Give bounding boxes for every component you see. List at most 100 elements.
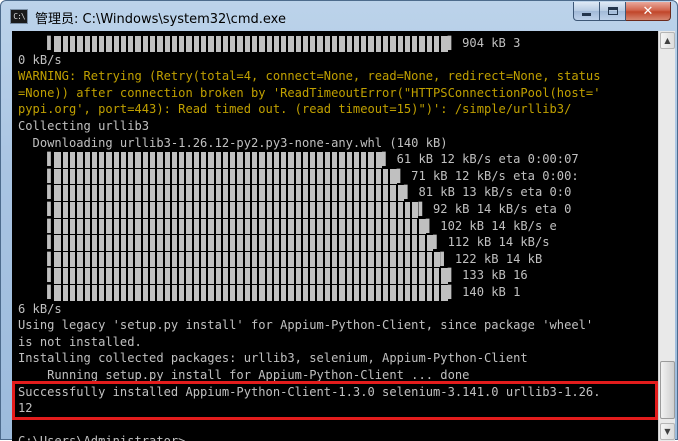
progress-cell-gap xyxy=(133,218,136,235)
progress-cell-gap xyxy=(228,36,231,52)
progress-cell-gap xyxy=(366,285,369,301)
progress-cell-gap xyxy=(235,251,238,268)
progress-cell-gap xyxy=(359,36,362,52)
progress-cell-gap xyxy=(279,152,282,168)
progress-cell-gap xyxy=(330,168,333,185)
progress-cell-gap xyxy=(220,218,223,235)
progress-cell-gap xyxy=(366,152,369,168)
progress-cell-gap xyxy=(169,268,172,284)
progress-cell-gap xyxy=(257,268,260,284)
progress-cell-gap xyxy=(177,202,180,218)
progress-cell-gap xyxy=(431,285,434,301)
progress-cell-gap xyxy=(82,251,85,268)
progress-cell-gap xyxy=(424,235,427,251)
progress-cell-gap xyxy=(300,218,303,235)
progress-cell-gap xyxy=(184,235,187,251)
progress-cell-gap xyxy=(169,285,172,301)
progress-cell-gap xyxy=(184,285,187,301)
progress-cell-gap xyxy=(337,285,340,301)
progress-cell-gap xyxy=(133,235,136,251)
progress-cell-gap xyxy=(417,268,420,284)
scroll-down-icon[interactable]: ▼ xyxy=(660,423,675,440)
progress-cell-gap xyxy=(249,268,252,284)
progress-cell-gap xyxy=(315,202,318,218)
progress-cell-gap xyxy=(293,185,296,201)
progress-cell-gap xyxy=(148,218,151,235)
progress-cell-gap xyxy=(388,168,391,185)
vertical-scrollbar[interactable]: ▲ ▼ xyxy=(658,31,675,441)
progress-cell-gap xyxy=(366,235,369,251)
maximize-button[interactable] xyxy=(600,2,626,21)
progress-cell-gap xyxy=(315,285,318,301)
progress-cell-gap xyxy=(381,168,383,185)
progress-cell-gap xyxy=(75,185,78,201)
progress-cell-gap xyxy=(89,185,92,201)
progress-cell-gap xyxy=(97,251,100,268)
progress-cell-gap xyxy=(213,235,216,251)
progress-cell-gap xyxy=(293,285,296,301)
progress-cell-gap xyxy=(286,36,289,52)
progress-cell-gap xyxy=(148,202,151,218)
progress-cell-gap xyxy=(133,285,136,301)
terminal-icon[interactable]: C:\ xyxy=(10,9,28,24)
progress-cell-gap xyxy=(264,268,267,284)
progress-cell-gap xyxy=(373,36,376,52)
progress-cell-gap xyxy=(279,285,282,301)
progress-cell-gap xyxy=(330,202,333,218)
progress-cell-gap xyxy=(286,285,289,301)
progress-cell-gap xyxy=(351,218,354,235)
progress-cell-gap xyxy=(82,185,85,201)
progress-cell-gap xyxy=(75,285,78,301)
progress-cell-gap xyxy=(264,251,267,268)
progress-cell-gap xyxy=(373,218,376,235)
progress-cell-gap xyxy=(191,251,194,268)
progress-cell-gap xyxy=(126,218,129,235)
progress-cell-gap xyxy=(337,218,340,235)
scroll-up-icon[interactable]: ▲ xyxy=(660,32,675,49)
minimize-button[interactable] xyxy=(573,2,600,21)
progress-cell-gap xyxy=(300,235,303,251)
progress-cell-gap xyxy=(293,218,296,235)
progress-cell-gap xyxy=(402,285,405,301)
progress-cell-gap xyxy=(249,235,252,251)
progress-cell-gap xyxy=(359,268,362,284)
progress-cell-gap xyxy=(191,285,194,301)
progress-cell-gap xyxy=(337,152,340,168)
progress-cell-gap xyxy=(148,268,151,284)
progress-cell-gap xyxy=(67,268,70,284)
progress-cell-gap xyxy=(242,268,245,284)
close-button[interactable]: ✕ xyxy=(626,2,671,21)
progress-cell-gap xyxy=(300,285,303,301)
progress-cell-gap xyxy=(322,285,325,301)
progress-cell-gap xyxy=(104,185,107,201)
progress-cell-gap xyxy=(235,152,238,168)
progress-cell-gap xyxy=(381,185,383,201)
console-output[interactable]: ▌ ▌ 904 kB 30 kB/s WARNING: Retrying (Ret… xyxy=(12,31,658,441)
progress-cell-gap xyxy=(351,268,354,284)
progress-cell-gap xyxy=(330,251,333,268)
progress-cell-gap xyxy=(351,202,354,218)
window-title: 管理员: C:\Windows\system32\cmd.exe xyxy=(35,12,286,27)
progress-cell-gap xyxy=(257,285,260,301)
progress-cell-gap xyxy=(75,218,78,235)
progress-cell-gap xyxy=(169,218,172,235)
scroll-thumb[interactable] xyxy=(660,361,675,419)
progress-cell-gap xyxy=(60,235,63,251)
progress-cell-gap xyxy=(286,235,289,251)
progress-cell-gap xyxy=(140,36,143,52)
progress-cell-gap xyxy=(140,185,143,201)
progress-cell-gap xyxy=(111,268,114,284)
progress-cell-gap xyxy=(126,185,129,201)
progress-cell-gap xyxy=(308,285,311,301)
progress-cell-gap xyxy=(315,152,318,168)
progress-cell-gap xyxy=(228,168,231,185)
progress-cell-gap xyxy=(220,251,223,268)
progress-cell-gap xyxy=(184,36,187,52)
progress-cell-gap xyxy=(388,185,391,201)
progress-cell-gap xyxy=(344,235,347,251)
progress-cell-gap xyxy=(75,168,78,185)
console-line: Running setup.py install for Appium-Pyth… xyxy=(18,368,470,382)
progress-cell-gap xyxy=(162,218,165,235)
progress-cell-gap xyxy=(242,168,245,185)
title-bar[interactable]: C:\ 管理员: C:\Windows\system32\cmd.exe ✕ xyxy=(1,1,677,31)
